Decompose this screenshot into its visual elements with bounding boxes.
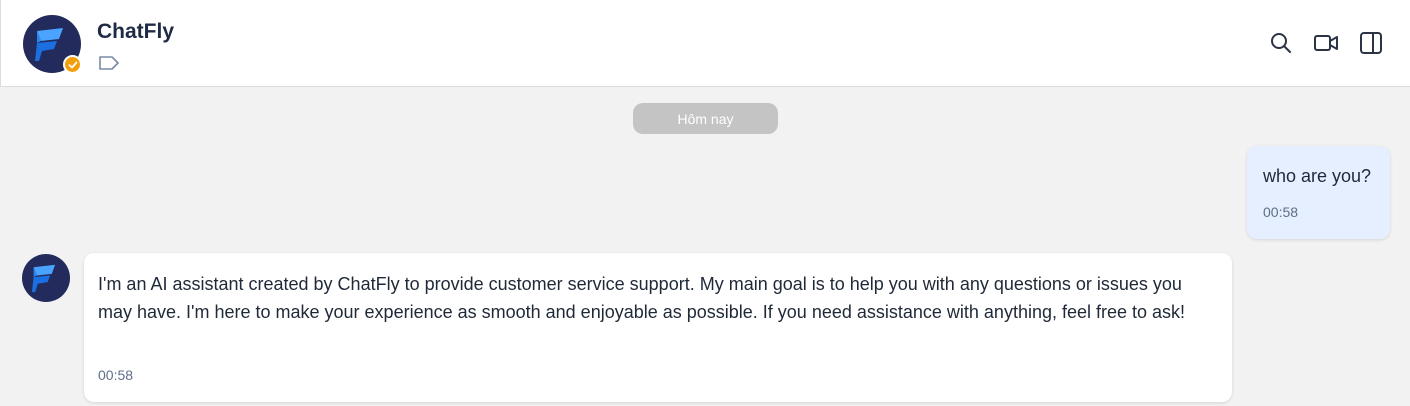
chatfly-logo-icon	[31, 264, 56, 293]
user-message: who are you? 00:58	[1247, 146, 1390, 239]
search-icon	[1271, 33, 1291, 53]
search-button[interactable]	[1268, 30, 1294, 56]
label-tag-icon[interactable]	[98, 55, 120, 76]
bot-message-time: 00:58	[98, 367, 134, 383]
verified-check-icon	[63, 55, 82, 74]
chat-header: ChatFly	[0, 0, 1410, 87]
split-panel-icon	[1360, 32, 1382, 54]
user-message-time: 00:58	[1263, 204, 1299, 220]
video-call-button[interactable]	[1313, 30, 1339, 56]
bot-message-text: I'm an AI assistant created by ChatFly t…	[98, 274, 1186, 322]
user-message-text: who are you?	[1263, 166, 1372, 186]
chatfly-avatar[interactable]	[23, 15, 82, 74]
video-camera-icon	[1314, 35, 1338, 51]
chat-title: ChatFly	[97, 20, 175, 43]
date-separator: Hôm nay	[633, 103, 778, 134]
bot-message: I'm an AI assistant created by ChatFly t…	[84, 253, 1232, 402]
bot-avatar[interactable]	[22, 254, 70, 302]
toggle-panel-button[interactable]	[1358, 30, 1384, 56]
